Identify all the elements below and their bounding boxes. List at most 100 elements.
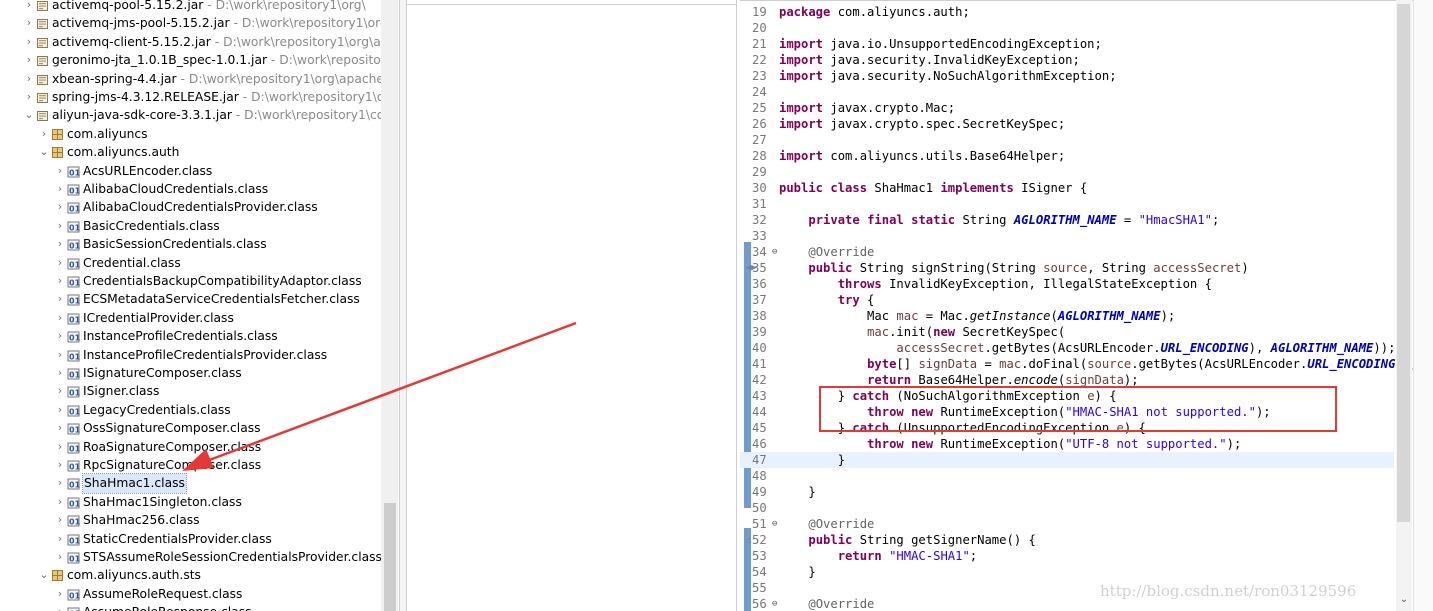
code-line[interactable]: 40 accessSecret.getBytes(AcsURLEncoder.U… bbox=[740, 340, 1395, 356]
code-line[interactable]: 52 △ public String getSignerName() { bbox=[740, 532, 1380, 548]
tree-item[interactable]: ⌄ com.aliyuncs.auth bbox=[0, 143, 381, 161]
code-line[interactable]: 36 throws InvalidKeyException, IllegalSt… bbox=[740, 276, 1380, 292]
code-line[interactable]: 41 byte[] signData = mac.doFinal(source.… bbox=[740, 356, 1417, 372]
expand-chevron-icon[interactable]: › bbox=[55, 235, 65, 253]
tree-item[interactable]: › 01 RoaSignatureComposer.class bbox=[0, 438, 381, 456]
expand-chevron-icon[interactable]: › bbox=[55, 309, 65, 327]
code-line[interactable]: 33 bbox=[740, 228, 1380, 244]
expand-chevron-icon[interactable]: › bbox=[24, 14, 34, 32]
tree-item[interactable]: ⌄ com.aliyuncs.auth.sts bbox=[0, 566, 381, 584]
tree-item[interactable]: › 01 CredentialsBackupCompatibilityAdaptor… bbox=[0, 272, 381, 290]
tree-item[interactable]: › geronimo-jta_1.0.1B_spec-1.0.1.jar - D:… bbox=[0, 51, 381, 69]
code-line[interactable]: 28 import com.aliyuncs.utils.Base64Helper… bbox=[740, 148, 1380, 164]
expand-chevron-icon[interactable]: › bbox=[24, 0, 34, 14]
expand-chevron-icon[interactable]: › bbox=[55, 327, 65, 345]
tree-item[interactable]: › 01 AcsURLEncoder.class bbox=[0, 162, 381, 180]
code-line[interactable]: 37 try { bbox=[740, 292, 1380, 308]
tree-item[interactable]: ⌄ aliyun-java-sdk-core-3.3.1.jar - D:\wor… bbox=[0, 106, 381, 124]
tree-item[interactable]: › 01 ECSMetadataServiceCredentialsFetcher.… bbox=[0, 290, 381, 308]
expand-chevron-icon[interactable]: › bbox=[55, 198, 65, 216]
code-line[interactable]: 32 private final static String AGLORITHM… bbox=[740, 212, 1380, 228]
expand-chevron-icon[interactable]: › bbox=[55, 382, 65, 400]
tree-item[interactable]: › 01 InstanceProfileCredentials.class bbox=[0, 327, 381, 345]
expand-chevron-icon[interactable]: › bbox=[39, 125, 49, 143]
tree-item[interactable]: › 01 AssumeRoleRequest.class bbox=[0, 585, 381, 603]
code-line[interactable]: 23 import java.security.NoSuchAlgorithmEx… bbox=[740, 68, 1380, 84]
expand-chevron-icon[interactable]: › bbox=[55, 419, 65, 437]
tree-item[interactable]: › 01 LegacyCredentials.class bbox=[0, 401, 381, 419]
code-line[interactable]: 25 import javax.crypto.Mac; bbox=[740, 100, 1380, 116]
tree-item[interactable]: › 01 AlibabaCloudCredentialsProvider.class bbox=[0, 198, 381, 216]
tree-item[interactable]: › 01 OssSignatureComposer.class bbox=[0, 419, 381, 437]
tree-item[interactable]: › 01 RpcSignatureComposer.class bbox=[0, 456, 381, 474]
code-line[interactable]: 38 Mac mac = Mac.getInstance(AGLORITHM_N… bbox=[740, 308, 1380, 324]
tree-item[interactable]: › activemq-pool-5.15.2.jar - D:\work\repo… bbox=[0, 0, 381, 14]
code-line[interactable]: 21 import java.io.UnsupportedEncodingExce… bbox=[740, 36, 1380, 52]
collapse-chevron-icon[interactable]: ⌄ bbox=[39, 566, 49, 584]
code-line[interactable]: 53 return "HMAC-SHA1"; bbox=[740, 548, 1380, 564]
expand-chevron-icon[interactable]: › bbox=[55, 254, 65, 272]
expand-chevron-icon[interactable]: › bbox=[24, 70, 34, 88]
code-line[interactable]: 47 } bbox=[740, 452, 1394, 468]
code-line[interactable]: 39 mac.init(new SecretKeySpec( bbox=[740, 324, 1380, 340]
code-line[interactable]: 22 import java.security.InvalidKeyExcepti… bbox=[740, 52, 1380, 68]
expand-chevron-icon[interactable]: › bbox=[55, 290, 65, 308]
override-marker-icon[interactable]: △ bbox=[746, 532, 751, 548]
expand-chevron-icon[interactable]: › bbox=[55, 530, 65, 548]
expand-chevron-icon[interactable]: › bbox=[55, 217, 65, 235]
pane-splitter[interactable] bbox=[399, 0, 407, 611]
code-line[interactable]: 30 public class ShaHmac1 implements ISign… bbox=[740, 180, 1380, 196]
fold-toggle-icon[interactable]: ⊖ bbox=[772, 596, 777, 611]
expand-chevron-icon[interactable]: › bbox=[24, 88, 34, 106]
expand-chevron-icon[interactable]: › bbox=[24, 33, 34, 51]
code-line[interactable]: 46 throw new RuntimeException("UTF-8 not… bbox=[740, 436, 1380, 452]
editor-scrollbar-thumb[interactable] bbox=[1397, 4, 1410, 522]
code-line[interactable]: 20 bbox=[740, 20, 1380, 36]
tree-item[interactable]: › 01 InstanceProfileCredentialsProvider.cl… bbox=[0, 346, 381, 364]
tree-item[interactable]: › 01 ShaHmac1Singleton.class bbox=[0, 493, 381, 511]
expand-chevron-icon[interactable]: › bbox=[55, 474, 65, 492]
code-line[interactable]: 49 } bbox=[740, 484, 1380, 500]
expand-chevron-icon[interactable]: › bbox=[24, 51, 34, 69]
code-line[interactable]: 35 ◀▶ public String signString(String sou… bbox=[740, 260, 1380, 276]
tree-item[interactable]: › 01 BasicSessionCredentials.class bbox=[0, 235, 381, 253]
tree-item[interactable]: › 01 ShaHmac1.class bbox=[0, 473, 381, 494]
tree-item[interactable]: › activemq-client-5.15.2.jar - D:\work\re… bbox=[0, 33, 381, 51]
code-line[interactable]: 34 ⊖ @Override bbox=[740, 244, 1380, 260]
tree-item[interactable]: › 01 StaticCredentialsProvider.class bbox=[0, 530, 381, 548]
expand-chevron-icon[interactable]: › bbox=[55, 438, 65, 456]
expand-chevron-icon[interactable]: › bbox=[55, 585, 65, 603]
code-line[interactable]: 51 ⊖ @Override bbox=[740, 516, 1380, 532]
code-line[interactable]: 31 bbox=[740, 196, 1380, 212]
code-line[interactable]: 29 bbox=[740, 164, 1380, 180]
code-line[interactable]: 48 bbox=[740, 468, 1380, 484]
code-line[interactable]: 26 import javax.crypto.spec.SecretKeySpec… bbox=[740, 116, 1380, 132]
expand-chevron-icon[interactable]: › bbox=[55, 511, 65, 529]
scroll-down-arrow-icon[interactable]: ⌄ bbox=[1396, 592, 1412, 608]
tree-item[interactable]: › 01 ISignatureComposer.class bbox=[0, 364, 381, 382]
expand-chevron-icon[interactable]: › bbox=[55, 456, 65, 474]
expand-chevron-icon[interactable]: › bbox=[55, 272, 65, 290]
tree-item[interactable]: › 01 ShaHmac256.class bbox=[0, 511, 381, 529]
expand-chevron-icon[interactable]: › bbox=[55, 493, 65, 511]
expand-chevron-icon[interactable]: › bbox=[55, 346, 65, 364]
collapse-chevron-icon[interactable]: ⌄ bbox=[24, 106, 34, 124]
tree-item[interactable]: › 01 ICredentialProvider.class bbox=[0, 309, 381, 327]
tree-item[interactable]: › 01 AlibabaCloudCredentials.class bbox=[0, 180, 381, 198]
tree-item[interactable]: › 01 Credential.class bbox=[0, 254, 381, 272]
tree-item[interactable]: › xbean-spring-4.4.jar - D:\work\reposito… bbox=[0, 70, 381, 88]
collapse-chevron-icon[interactable]: ⌄ bbox=[39, 143, 49, 161]
tree-item[interactable]: › com.aliyuncs bbox=[0, 125, 381, 143]
code-line[interactable]: 50 bbox=[740, 500, 1380, 516]
expand-chevron-icon[interactable]: › bbox=[55, 401, 65, 419]
code-line[interactable]: 54 } bbox=[740, 564, 1380, 580]
expand-chevron-icon[interactable]: › bbox=[55, 548, 65, 566]
expand-chevron-icon[interactable]: › bbox=[55, 162, 65, 180]
tree-item[interactable]: › 01 STSAssumeRoleSessionCredentialsProvid… bbox=[0, 548, 381, 566]
tree-item[interactable]: › 01 BasicCredentials.class bbox=[0, 217, 381, 235]
tree-item[interactable]: › 01 ISigner.class bbox=[0, 382, 381, 400]
tree-item[interactable]: ›01AssumeRoleResponse.class bbox=[0, 603, 381, 611]
fold-toggle-icon[interactable]: ⊖ bbox=[772, 516, 777, 532]
override-marker-icon[interactable]: ◀▶ bbox=[746, 260, 757, 276]
expand-chevron-icon[interactable]: › bbox=[55, 180, 65, 198]
